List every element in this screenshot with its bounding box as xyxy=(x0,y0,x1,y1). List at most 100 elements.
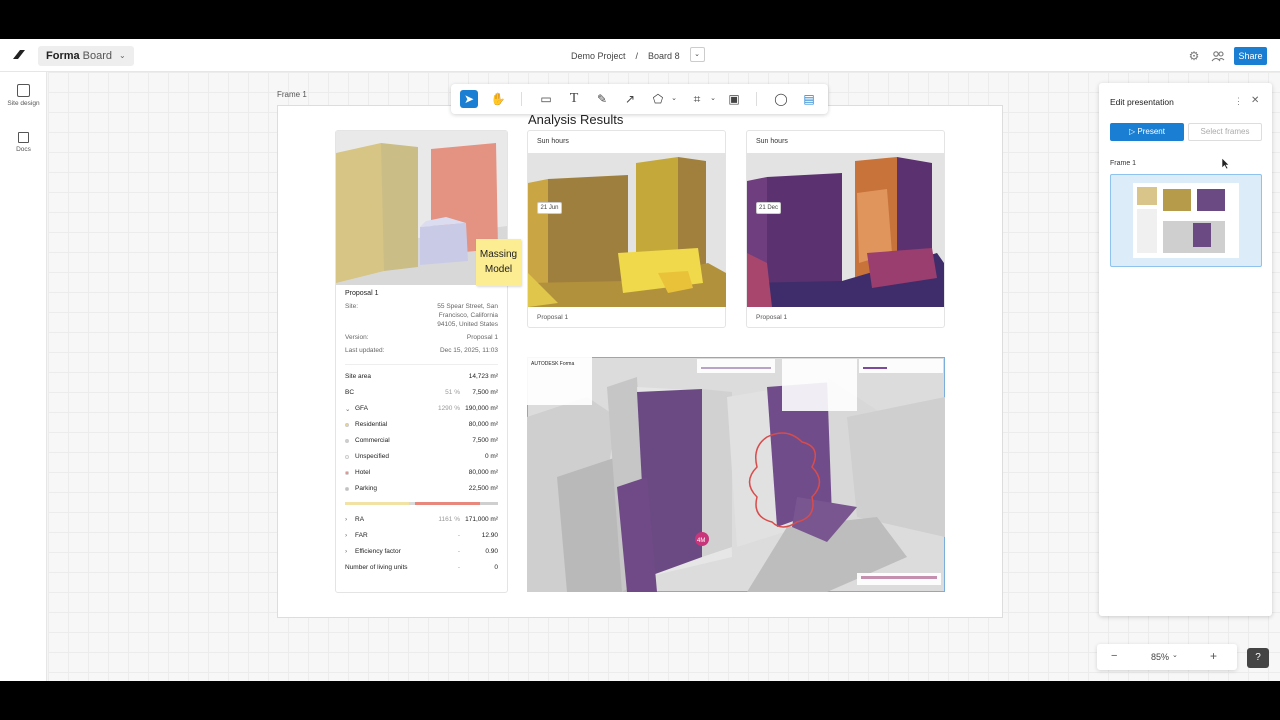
site-value-line-1: 55 Spear Street, San xyxy=(437,303,498,310)
pen-tool-icon[interactable]: ✎ xyxy=(593,90,611,108)
sun-hours-june-render xyxy=(528,153,726,307)
present-label: Present xyxy=(1137,127,1165,136)
breadcrumb-project[interactable]: Demo Project xyxy=(571,51,626,61)
analysis-3d-view[interactable]: AUTODESK Forma 4M xyxy=(527,357,945,592)
metric-label: Hotel xyxy=(355,469,371,476)
metric-value: 22,500 m² xyxy=(468,485,498,492)
frame-label[interactable]: Frame 1 xyxy=(277,90,307,99)
breadcrumb: Demo Project / Board 8 ⌄ xyxy=(571,47,705,62)
metric-label: Residential xyxy=(355,421,388,428)
bar-segment-parking xyxy=(479,502,499,505)
metric-label: Efficiency factor xyxy=(355,548,401,555)
autodesk-logo-icon[interactable] xyxy=(12,48,26,60)
metric-value: 14,723 m² xyxy=(468,373,498,380)
more-options-icon[interactable]: ⋮ xyxy=(1234,96,1243,107)
date-badge-june: 21 Jun xyxy=(537,202,562,214)
date-badge-december: 21 Dec xyxy=(756,202,781,214)
board-dropdown-chevron-icon[interactable]: ⌄ xyxy=(689,47,705,62)
sticky-line-1: Massing xyxy=(479,249,518,260)
collaborators-icon[interactable] xyxy=(1211,49,1225,63)
zoom-control: − 85% ⌄ + xyxy=(1097,644,1237,670)
app-name-bold: Forma xyxy=(46,50,80,62)
chevron-down-icon: ⌄ xyxy=(118,51,126,60)
sticky-note-tool-icon[interactable]: ▭ xyxy=(537,90,555,108)
divider xyxy=(345,364,498,365)
arrow-tool-icon[interactable]: ↗ xyxy=(621,90,639,108)
sun-hours-december-render xyxy=(747,153,944,307)
metric-label: Number of living units xyxy=(345,564,408,571)
breadcrumb-separator: / xyxy=(635,50,639,61)
proposal-title: Proposal 1 xyxy=(345,290,379,297)
text-tool-icon[interactable]: T xyxy=(565,90,583,108)
metric-value: 12.90 xyxy=(481,532,498,539)
settings-gear-icon[interactable]: ⚙ xyxy=(1187,49,1201,63)
metric-value: 0 xyxy=(494,564,498,571)
app-switcher[interactable]: Forma Board ⌄ xyxy=(38,46,134,66)
metric-label: Unspecified xyxy=(355,453,389,460)
expand-chevron-icon[interactable]: › xyxy=(345,548,347,555)
metric-label: Site area xyxy=(345,373,372,380)
rail-item-label: Site design xyxy=(7,100,40,107)
analysis-title[interactable]: Analysis Results xyxy=(528,112,623,127)
rail-item-docs[interactable]: Docs xyxy=(0,132,47,153)
hand-tool-icon[interactable]: ✋ xyxy=(489,90,507,108)
breadcrumb-board[interactable]: Board 8 xyxy=(648,51,680,61)
sticky-note[interactable]: Massing Model xyxy=(476,239,521,286)
sun-card-title: Sun hours xyxy=(537,138,569,145)
metric-label: RA xyxy=(355,516,365,523)
last-updated-label: Last updated: xyxy=(345,347,385,354)
metric-value: 80,000 m² xyxy=(468,421,498,428)
metric-value: 7,500 m² xyxy=(472,437,498,444)
metric-label: Parking xyxy=(355,485,378,492)
site-design-icon xyxy=(17,84,30,97)
site-label: Site: xyxy=(345,303,359,310)
expand-chevron-icon[interactable]: › xyxy=(345,516,347,523)
sun-card-footer: Proposal 1 xyxy=(537,314,569,321)
metric-value: 0 m² xyxy=(485,453,498,460)
bar-segment-residential xyxy=(345,502,410,505)
metric-label: BC xyxy=(345,389,355,396)
zoom-chevron-down-icon[interactable]: ⌄ xyxy=(1172,651,1178,659)
sun-card-footer: Proposal 1 xyxy=(756,314,788,321)
present-button[interactable]: ▷ Present xyxy=(1110,123,1184,141)
site-value-line-3: 94105, United States xyxy=(437,321,498,328)
help-icon[interactable]: ? xyxy=(1247,648,1269,668)
rail-item-site-design[interactable]: Site design xyxy=(0,84,47,107)
gfa-distribution-bar xyxy=(345,502,499,505)
mouse-cursor-icon xyxy=(1221,157,1230,170)
toolbar-divider xyxy=(756,92,757,106)
toolbar-divider xyxy=(521,92,522,106)
select-frames-button[interactable]: Select frames xyxy=(1188,123,1262,141)
rail-item-label: Docs xyxy=(16,146,31,153)
comment-tool-icon[interactable]: ◯ xyxy=(772,90,790,108)
zoom-out-button[interactable]: − xyxy=(1111,650,1117,662)
metric-label: GFA xyxy=(355,405,369,412)
frame-thumbnail-preview xyxy=(1133,183,1239,258)
zoom-level[interactable]: 85% xyxy=(1151,652,1169,662)
share-button[interactable]: Share xyxy=(1234,47,1267,65)
legend-dot xyxy=(345,487,349,491)
image-tool-icon[interactable]: ▣ xyxy=(725,90,743,108)
frame-thumbnail[interactable] xyxy=(1110,174,1262,267)
expand-chevron-icon[interactable]: ⌄ xyxy=(345,405,350,413)
version-label: Version: xyxy=(345,334,369,341)
select-tool-icon[interactable]: ➤ xyxy=(460,90,478,108)
presentation-tool-icon[interactable]: ▤ xyxy=(800,90,818,108)
legend-dot xyxy=(345,455,349,459)
shape-dropdown-chevron-icon[interactable]: ⌄ xyxy=(665,90,683,108)
last-updated-value: Dec 15, 2025, 11:03 xyxy=(439,347,498,354)
app-name-rest: Board xyxy=(82,50,112,62)
docs-icon xyxy=(18,132,29,143)
frame-dropdown-chevron-icon[interactable]: ⌄ xyxy=(704,90,722,108)
panel-title: Edit presentation xyxy=(1110,97,1174,107)
map-badge: 4M xyxy=(697,538,705,544)
close-icon[interactable]: ✕ xyxy=(1251,95,1259,106)
expand-chevron-icon[interactable]: › xyxy=(345,532,347,539)
drawing-toolbar: ➤ ✋ ▭ T ✎ ↗ ⬠ ⌄ ⌗ ⌄ ▣ ◯ ▤ xyxy=(451,84,828,114)
top-bar: Forma Board ⌄ Demo Project / Board 8 ⌄ ⚙… xyxy=(0,39,1280,72)
zoom-in-button[interactable]: + xyxy=(1210,649,1217,663)
version-value: Proposal 1 xyxy=(466,334,498,341)
metric-value: 171,000 m² xyxy=(465,516,498,523)
left-rail: Site design Docs xyxy=(0,72,47,681)
bar-segment-hotel xyxy=(415,502,480,505)
